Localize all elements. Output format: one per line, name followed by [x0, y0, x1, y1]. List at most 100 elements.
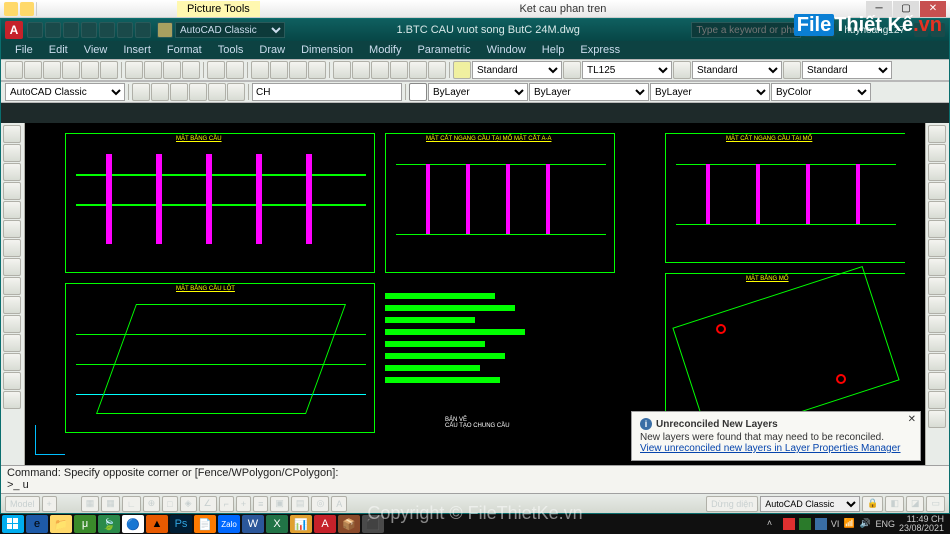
workspace-select[interactable]: AutoCAD Classic: [175, 22, 285, 38]
quickcalc-icon[interactable]: [428, 61, 446, 79]
text-style-icon[interactable]: [453, 61, 471, 79]
mleader-style-icon[interactable]: [783, 61, 801, 79]
plot-icon[interactable]: [99, 22, 115, 38]
signin-icon[interactable]: [821, 23, 835, 37]
open-icon[interactable]: [24, 61, 42, 79]
menu-insert[interactable]: Insert: [117, 44, 157, 56]
copy-icon[interactable]: [928, 144, 946, 162]
zoom-icon[interactable]: [270, 61, 288, 79]
grid-toggle[interactable]: ▦: [101, 496, 120, 512]
taskbar-app-generic[interactable]: 📊: [290, 515, 312, 533]
move-icon[interactable]: [928, 220, 946, 238]
pan-icon[interactable]: [251, 61, 269, 79]
point-icon[interactable]: [3, 315, 21, 333]
qp-toggle[interactable]: ▤: [291, 496, 310, 512]
layout-add-button[interactable]: +: [42, 496, 57, 512]
polyline-icon[interactable]: [3, 144, 21, 162]
taskbar-app-explorer[interactable]: 📁: [50, 515, 72, 533]
trim-icon[interactable]: [928, 296, 946, 314]
table-style-select[interactable]: Standard: [692, 61, 782, 79]
color-control[interactable]: ByLayer: [428, 83, 528, 101]
menu-file[interactable]: File: [9, 44, 39, 56]
rotate-icon[interactable]: [928, 239, 946, 257]
offset-icon[interactable]: [928, 182, 946, 200]
menu-window[interactable]: Window: [481, 44, 532, 56]
ortho-toggle[interactable]: ∟: [122, 496, 141, 512]
model-tab[interactable]: Model: [5, 496, 40, 512]
layer-iso-icon[interactable]: [227, 83, 245, 101]
zoom-previous-icon[interactable]: [308, 61, 326, 79]
drawing-canvas[interactable]: MẶT BẰNG CẦU MẶT CẮT NGANG CẦU TẠI MỐ MẶ…: [25, 123, 925, 465]
plot-icon[interactable]: [62, 61, 80, 79]
lineweight-control[interactable]: ByLayer: [529, 83, 649, 101]
hardware-accel-icon[interactable]: ◧: [885, 496, 904, 512]
osnap-toggle[interactable]: □: [162, 496, 177, 512]
gear-icon[interactable]: [157, 22, 173, 38]
polar-toggle[interactable]: ⊕: [143, 496, 161, 512]
paste-icon[interactable]: [163, 61, 181, 79]
dim-style-icon[interactable]: [563, 61, 581, 79]
tray-icon[interactable]: [783, 518, 795, 530]
hatch-icon[interactable]: [3, 239, 21, 257]
designcenter-icon[interactable]: [352, 61, 370, 79]
spline-icon[interactable]: [3, 372, 21, 390]
exchange-icon[interactable]: [914, 23, 928, 37]
tray-chevron-icon[interactable]: ˄: [767, 518, 779, 530]
isolate-icon[interactable]: ◪: [906, 496, 925, 512]
layer-lock-icon[interactable]: [208, 83, 226, 101]
menu-format[interactable]: Format: [161, 44, 208, 56]
erase-icon[interactable]: [928, 125, 946, 143]
minimize-button[interactable]: ─: [866, 1, 892, 17]
cut-icon[interactable]: [125, 61, 143, 79]
undo-icon[interactable]: [207, 61, 225, 79]
am-toggle[interactable]: A: [331, 496, 347, 512]
3dosnap-toggle[interactable]: ◈: [180, 496, 197, 512]
save-icon[interactable]: [63, 22, 79, 38]
publish-icon[interactable]: [100, 61, 118, 79]
snap-toggle[interactable]: ▦: [81, 496, 100, 512]
rectangle-icon[interactable]: [3, 201, 21, 219]
tray-shield-icon[interactable]: [815, 518, 827, 530]
annotation-status[interactable]: Dừng diện: [706, 496, 758, 512]
tray-icon[interactable]: [799, 518, 811, 530]
chamfer-icon[interactable]: [928, 372, 946, 390]
taskbar-app-generic3[interactable]: ⬛: [362, 515, 384, 533]
redo-icon[interactable]: [135, 22, 151, 38]
open-icon[interactable]: [45, 22, 61, 38]
break-icon[interactable]: [928, 334, 946, 352]
layer-off-icon[interactable]: [189, 83, 207, 101]
search-icon[interactable]: [804, 23, 818, 37]
close-icon[interactable]: ✕: [908, 414, 916, 425]
mtext-icon[interactable]: [3, 277, 21, 295]
arc-icon[interactable]: [3, 182, 21, 200]
user-name-label[interactable]: huyhoang127: [844, 25, 905, 36]
layer-freeze-icon[interactable]: [170, 83, 188, 101]
otrack-toggle[interactable]: ∠: [199, 496, 217, 512]
sheet-set-icon[interactable]: [390, 61, 408, 79]
copy-icon[interactable]: [144, 61, 162, 79]
table-icon[interactable]: [3, 296, 21, 314]
plot-preview-icon[interactable]: [81, 61, 99, 79]
autocad-logo-icon[interactable]: A: [5, 21, 23, 39]
command-alias-input[interactable]: [252, 83, 402, 101]
tray-lang2[interactable]: ENG: [875, 519, 895, 529]
layer-states-icon[interactable]: [151, 83, 169, 101]
dyn-toggle[interactable]: +: [236, 496, 251, 512]
layer-prop-icon[interactable]: [132, 83, 150, 101]
menu-express[interactable]: Express: [574, 44, 626, 56]
menu-parametric[interactable]: Parametric: [411, 44, 476, 56]
tray-date[interactable]: 23/08/2021: [899, 524, 944, 533]
markup-icon[interactable]: [409, 61, 427, 79]
workspace-switcher[interactable]: AutoCAD Classic: [157, 22, 285, 38]
array-icon[interactable]: [928, 201, 946, 219]
taskbar-app-autocad[interactable]: A: [314, 515, 336, 533]
notification-link[interactable]: View unreconciled new layers in Layer Pr…: [640, 443, 912, 454]
lock-ui-icon[interactable]: 🔒: [862, 496, 883, 512]
fillet-icon[interactable]: [928, 391, 946, 409]
text-icon[interactable]: [3, 258, 21, 276]
clean-screen-icon[interactable]: ▭: [926, 496, 945, 512]
taskbar-app-coccoc[interactable]: 🍃: [98, 515, 120, 533]
taskbar-app-generic2[interactable]: 📦: [338, 515, 360, 533]
stretch-icon[interactable]: [928, 277, 946, 295]
taskbar-app-photoshop[interactable]: Ps: [170, 515, 192, 533]
